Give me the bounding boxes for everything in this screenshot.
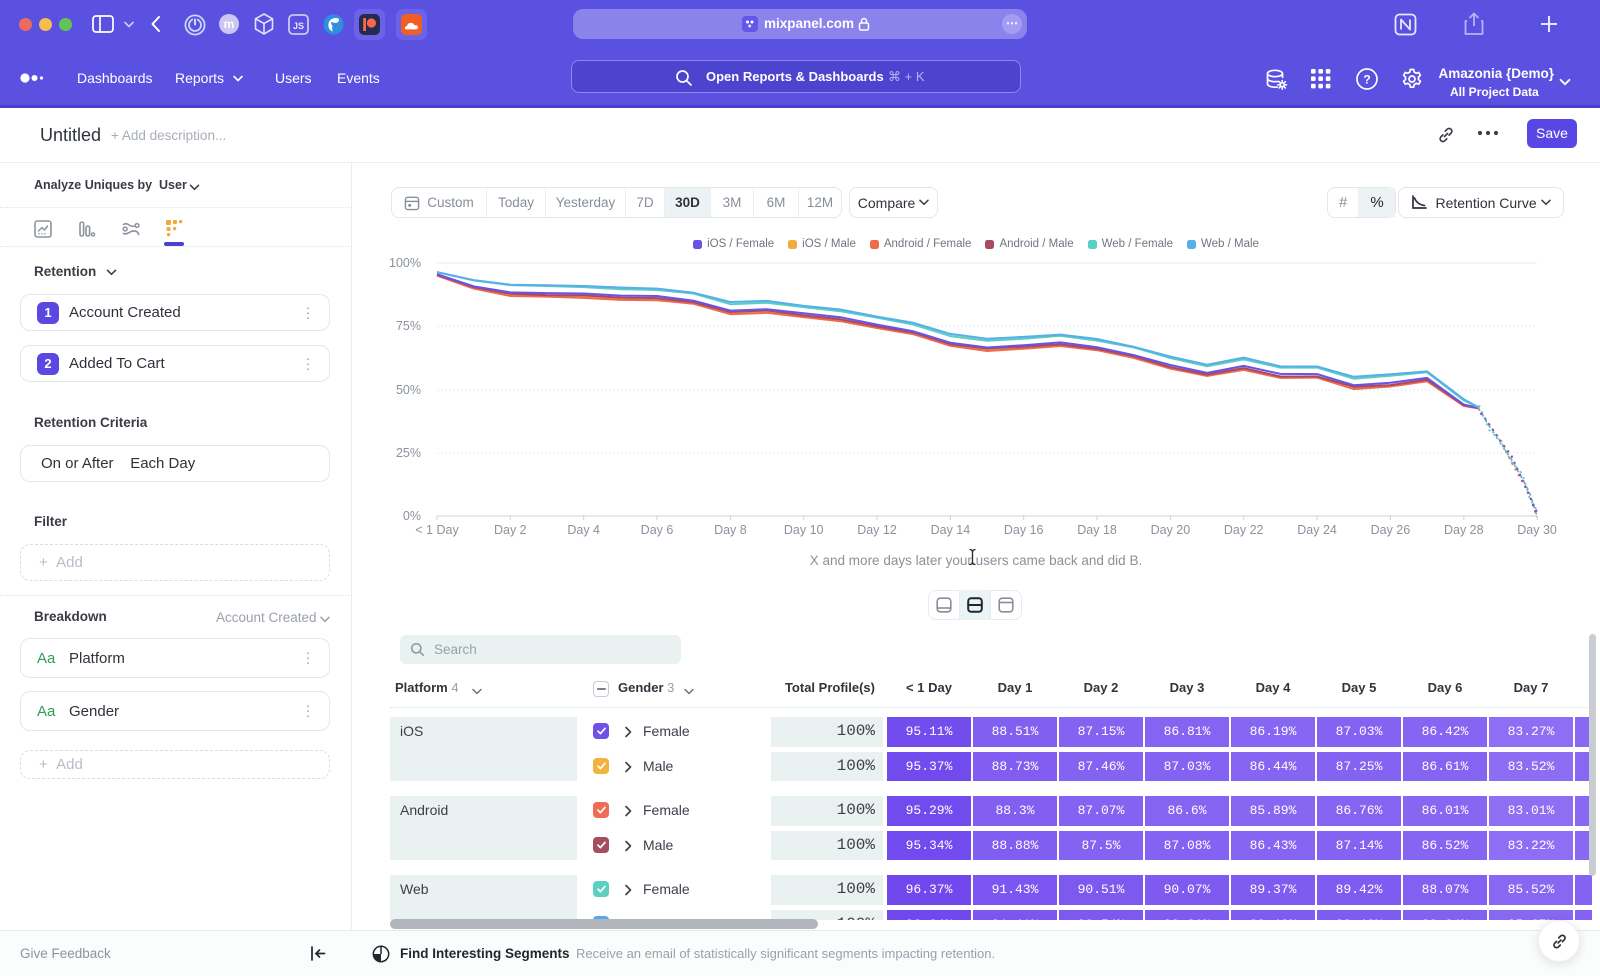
svg-text:75%: 75% [396, 319, 421, 333]
svg-text:?: ? [1363, 73, 1370, 87]
svg-text:50%: 50% [396, 383, 421, 397]
svg-text:100%: 100% [389, 256, 421, 270]
svg-text:Day 10: Day 10 [784, 523, 824, 537]
svg-text:JS: JS [293, 21, 304, 31]
svg-text:Day 30: Day 30 [1517, 523, 1557, 537]
svg-text:Day 24: Day 24 [1297, 523, 1337, 537]
svg-text:Day 28: Day 28 [1444, 523, 1484, 537]
svg-text:25%: 25% [396, 446, 421, 460]
svg-text:Day 12: Day 12 [857, 523, 897, 537]
svg-text:Day 8: Day 8 [714, 523, 747, 537]
svg-text:Day 16: Day 16 [1004, 523, 1044, 537]
svg-text:Day 6: Day 6 [641, 523, 674, 537]
svg-text:Day 22: Day 22 [1224, 523, 1264, 537]
svg-text:Day 4: Day 4 [567, 523, 600, 537]
svg-text:Day 18: Day 18 [1077, 523, 1117, 537]
svg-text:Day 20: Day 20 [1151, 523, 1191, 537]
svg-text:0%: 0% [403, 509, 421, 523]
svg-text:Day 2: Day 2 [494, 523, 527, 537]
svg-text:Day 14: Day 14 [931, 523, 971, 537]
svg-text:< 1 Day: < 1 Day [415, 523, 459, 537]
svg-text:Day 26: Day 26 [1371, 523, 1411, 537]
